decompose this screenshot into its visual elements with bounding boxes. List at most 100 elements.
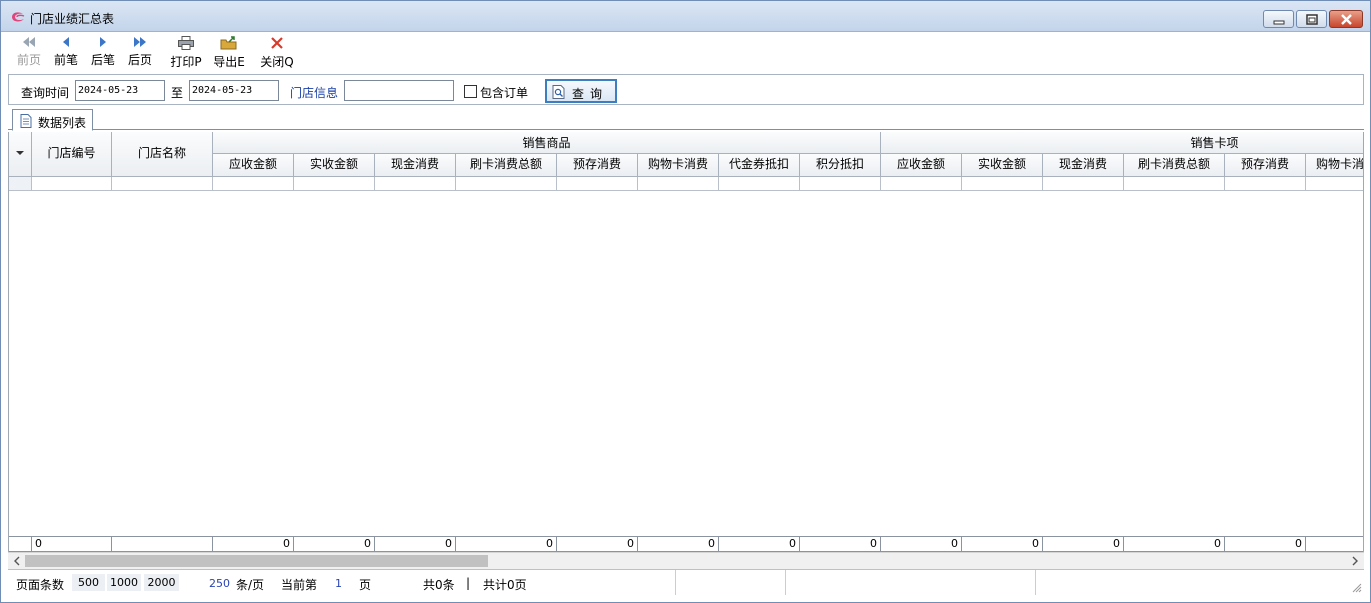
table-cell[interactable] xyxy=(112,177,213,191)
current-page-label: 当前第 xyxy=(281,578,318,592)
table-cell[interactable] xyxy=(719,177,800,191)
close-button[interactable]: 关闭Q xyxy=(259,36,295,72)
column-header[interactable]: 现金消费 xyxy=(1043,154,1124,177)
tab-strip: 数据列表 xyxy=(8,105,1364,131)
query-bar: 查询时间 至 门店信息 包含订单 查询 xyxy=(8,74,1364,105)
table-cell[interactable] xyxy=(557,177,638,191)
close-icon xyxy=(1341,14,1352,25)
summary-store-code: 0 xyxy=(32,536,112,552)
tab-data-list[interactable]: 数据列表 xyxy=(12,109,93,131)
table-cell[interactable] xyxy=(294,177,375,191)
close-window-button[interactable] xyxy=(1329,10,1363,28)
current-page-value[interactable]: 1 xyxy=(335,577,342,590)
export-button[interactable]: 导出E xyxy=(211,36,247,72)
summary-value: 0 xyxy=(456,536,557,552)
row-header-cell[interactable] xyxy=(9,177,32,191)
summary-value: 0 xyxy=(719,536,800,552)
table-cell[interactable] xyxy=(1306,177,1363,191)
close-label: 关闭Q xyxy=(260,55,294,69)
tab-data-list-label: 数据列表 xyxy=(38,116,87,130)
horizontal-scrollbar[interactable] xyxy=(8,552,1364,569)
status-separator: | xyxy=(466,576,471,590)
window: 门店业绩汇总表 前页 前笔 后笔 后页 打印P 导出E 关闭Q 查询时间 202… xyxy=(0,0,1371,603)
column-header[interactable]: 实收金额 xyxy=(294,154,375,177)
table-cell[interactable] xyxy=(638,177,719,191)
table-cell[interactable] xyxy=(881,177,962,191)
per-page-unit: 条/页 xyxy=(236,578,265,592)
prev-record-label: 前笔 xyxy=(53,53,78,67)
page-size-2000[interactable]: 2000 xyxy=(144,574,179,591)
summary-value: 0 xyxy=(638,536,719,552)
close-x-icon xyxy=(271,37,283,49)
include-orders-label[interactable]: 包含订单 xyxy=(480,84,528,101)
column-header[interactable]: 现金消费 xyxy=(375,154,456,177)
table-cell[interactable] xyxy=(1124,177,1225,191)
query-button-label: 查询 xyxy=(572,87,609,101)
summary-value: 0 xyxy=(800,536,881,552)
query-time-label: 查询时间 xyxy=(21,86,70,100)
column-header[interactable]: 代金券抵扣 xyxy=(719,154,800,177)
column-header[interactable]: 应收金额 xyxy=(213,154,294,177)
column-header[interactable]: 购物卡消费 xyxy=(638,154,719,177)
status-divider xyxy=(675,570,676,595)
table-cell[interactable] xyxy=(1043,177,1124,191)
printer-icon xyxy=(178,36,194,50)
page-size-1000[interactable]: 1000 xyxy=(107,574,141,591)
date-from-input[interactable] xyxy=(75,80,165,101)
status-bar: 页面条数 500 1000 2000 250 条/页 当前第 1 页 共0条 |… xyxy=(8,569,1364,595)
summary-row-header xyxy=(9,536,32,552)
summary-value: 0 xyxy=(881,536,962,552)
restore-button[interactable] xyxy=(1296,10,1327,28)
prev-arrow-icon xyxy=(63,37,69,47)
scroll-right-icon[interactable] xyxy=(1349,555,1361,567)
to-label: 至 xyxy=(171,86,184,100)
include-orders-checkbox[interactable] xyxy=(464,85,477,98)
table-cell[interactable] xyxy=(213,177,294,191)
column-header[interactable]: 预存消费 xyxy=(1225,154,1306,177)
table-cell[interactable] xyxy=(375,177,456,191)
query-button[interactable]: 查询 xyxy=(545,79,617,103)
column-header[interactable]: 刷卡消费总额 xyxy=(456,154,557,177)
column-header[interactable]: 预存消费 xyxy=(557,154,638,177)
summary-value xyxy=(1306,536,1363,552)
last-page-button[interactable]: 后页 xyxy=(127,36,153,72)
status-divider xyxy=(1035,570,1036,595)
table-cell[interactable] xyxy=(32,177,112,191)
per-page-value[interactable]: 250 xyxy=(209,577,230,590)
date-to-input[interactable] xyxy=(189,80,279,101)
next-record-button[interactable]: 后笔 xyxy=(90,36,116,72)
minimize-button[interactable] xyxy=(1263,10,1294,28)
column-header[interactable]: 门店名称 xyxy=(112,132,213,177)
print-label: 打印P xyxy=(170,55,202,69)
restore-icon xyxy=(1306,14,1318,25)
scrollbar-thumb[interactable] xyxy=(25,555,488,567)
column-chooser-button[interactable] xyxy=(9,132,32,177)
first-page-label: 前页 xyxy=(16,53,41,67)
table-cell[interactable] xyxy=(962,177,1043,191)
column-header[interactable]: 刷卡消费总额 xyxy=(1124,154,1225,177)
table-cell[interactable] xyxy=(800,177,881,191)
scroll-left-icon[interactable] xyxy=(11,555,23,567)
next-record-label: 后笔 xyxy=(90,53,115,67)
app-logo-icon xyxy=(12,12,25,22)
column-header[interactable]: 门店编号 xyxy=(32,132,112,177)
export-label: 导出E xyxy=(213,55,245,69)
column-header[interactable]: 积分抵扣 xyxy=(800,154,881,177)
title-bar: 门店业绩汇总表 xyxy=(1,1,1370,32)
store-info-input[interactable] xyxy=(344,80,454,101)
first-page-button[interactable]: 前页 xyxy=(16,36,42,72)
page-size-500[interactable]: 500 xyxy=(72,574,105,591)
summary-value: 0 xyxy=(375,536,456,552)
column-header[interactable]: 应收金额 xyxy=(881,154,962,177)
column-header[interactable]: 实收金额 xyxy=(962,154,1043,177)
column-header[interactable]: 购物卡消费 xyxy=(1306,154,1363,177)
table-cell[interactable] xyxy=(456,177,557,191)
prev-record-button[interactable]: 前笔 xyxy=(53,36,79,72)
table-cell[interactable] xyxy=(1225,177,1306,191)
last-page-label: 后页 xyxy=(127,53,152,67)
summary-value: 0 xyxy=(1124,536,1225,552)
resize-grip-icon[interactable] xyxy=(1352,583,1362,593)
store-info-label[interactable]: 门店信息 xyxy=(290,84,338,101)
first-page-icon xyxy=(23,37,35,47)
print-button[interactable]: 打印P xyxy=(168,36,204,72)
